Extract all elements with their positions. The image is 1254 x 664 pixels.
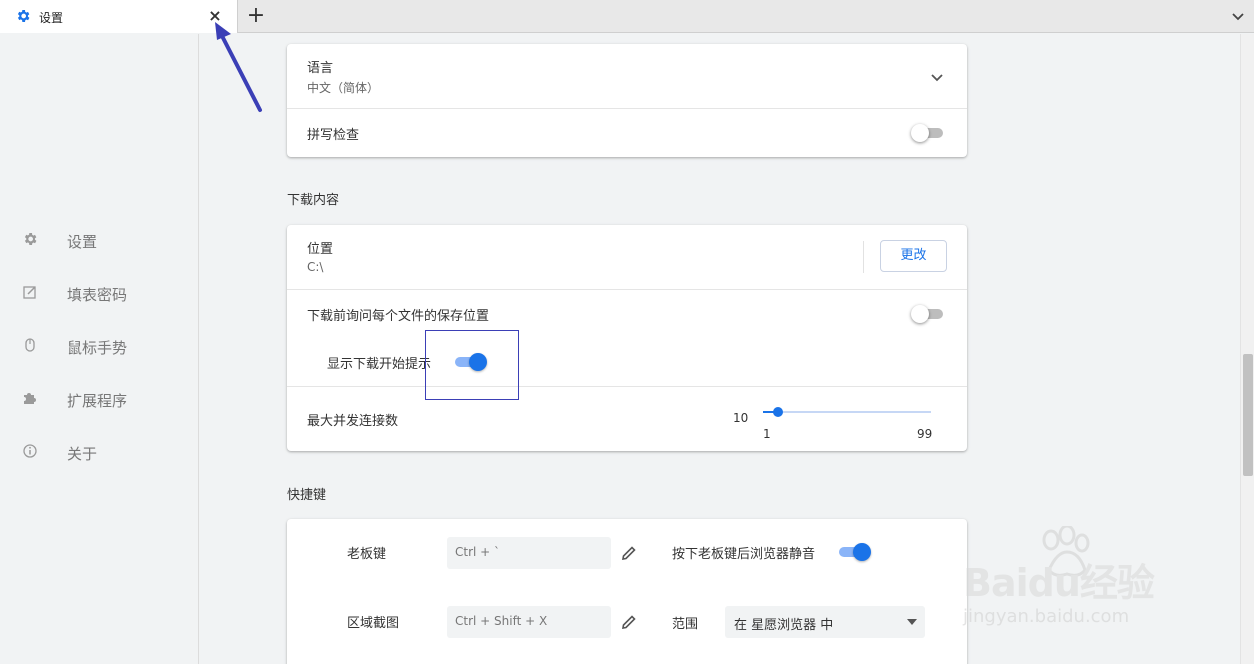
max-connections-label: 最大并发连接数 bbox=[307, 414, 399, 429]
scope-select[interactable]: 在 星愿浏览器 中 bbox=[725, 606, 925, 638]
tab-title: 设置 bbox=[39, 11, 64, 25]
language-label: 语言 bbox=[307, 61, 334, 76]
vertical-scrollbar[interactable] bbox=[1240, 34, 1254, 664]
downloads-section-title: 下载内容 bbox=[287, 193, 340, 208]
gear-icon bbox=[17, 10, 30, 22]
spellcheck-row: 拼写检查 bbox=[287, 108, 967, 157]
sidebar-item-label: 扩展程序 bbox=[67, 392, 128, 410]
divider bbox=[863, 241, 864, 273]
location-value: C:\ bbox=[307, 260, 324, 274]
spellcheck-toggle[interactable] bbox=[911, 123, 945, 143]
downloads-card: 位置 C:\ 更改 下载前询问每个文件的保存位置 显示下载开始提示 最大并发连接… bbox=[287, 225, 967, 451]
max-connections-row: 最大并发连接数 10 1 99 bbox=[287, 386, 967, 451]
puzzle-icon bbox=[24, 393, 36, 404]
sidebar-item-label: 填表密码 bbox=[67, 286, 128, 304]
mouse-icon bbox=[25, 338, 35, 352]
mute-on-boss-key-toggle[interactable] bbox=[837, 542, 871, 562]
sidebar-item-about[interactable]: 关于 bbox=[0, 434, 199, 470]
sidebar-item-extensions[interactable]: 扩展程序 bbox=[0, 381, 199, 417]
shortcuts-section-title: 快捷键 bbox=[287, 488, 327, 503]
scrollbar-thumb[interactable] bbox=[1243, 354, 1253, 476]
sidebar: 设置 填表密码 鼠标手势 扩展程序 关于 bbox=[0, 34, 199, 664]
slider-min-label: 1 bbox=[763, 427, 771, 441]
max-connections-value: 10 bbox=[733, 411, 749, 425]
chevron-down-icon[interactable] bbox=[1228, 6, 1248, 26]
scope-label: 范围 bbox=[672, 617, 699, 632]
change-location-button[interactable]: 更改 bbox=[880, 240, 947, 272]
pencil-icon[interactable] bbox=[620, 544, 638, 562]
chevron-down-icon[interactable] bbox=[929, 69, 945, 85]
gear-icon bbox=[24, 233, 37, 245]
baidu-jingyan-watermark: Baidu经验 jingyan.baidu.com bbox=[955, 526, 1195, 638]
sidebar-item-form-password[interactable]: 填表密码 bbox=[0, 275, 199, 311]
annotation-highlight-box bbox=[425, 330, 519, 400]
slider-handle[interactable] bbox=[773, 407, 783, 417]
boss-key-field[interactable]: Ctrl + ` bbox=[447, 537, 611, 569]
spellcheck-label: 拼写检查 bbox=[307, 128, 360, 143]
language-card: 语言 中文（简体） 拼写检查 bbox=[287, 44, 967, 157]
shortcuts-card: 老板键 Ctrl + ` 按下老板键后浏览器静音 区域截图 Ctrl + Shi… bbox=[287, 519, 967, 664]
sidebar-item-label: 设置 bbox=[67, 233, 98, 251]
tab-settings[interactable]: 设置 × bbox=[0, 0, 238, 33]
ask-location-toggle[interactable] bbox=[911, 304, 945, 324]
pencil-icon[interactable] bbox=[620, 613, 638, 631]
tab-strip: 设置 × + bbox=[0, 0, 1254, 33]
slider-track[interactable] bbox=[763, 411, 931, 413]
mute-on-boss-key-label: 按下老板键后浏览器静音 bbox=[672, 547, 816, 562]
annotation-arrow-icon bbox=[215, 22, 262, 112]
sidebar-item-label: 鼠标手势 bbox=[67, 339, 128, 357]
form-edit-icon bbox=[23, 286, 36, 299]
sidebar-item-settings[interactable]: 设置 bbox=[0, 222, 199, 258]
ask-location-row: 下载前询问每个文件的保存位置 显示下载开始提示 bbox=[287, 289, 967, 386]
location-label: 位置 bbox=[307, 242, 334, 257]
watermark-brand: Baidu经验 bbox=[963, 561, 1155, 605]
language-row[interactable]: 语言 中文（简体） bbox=[287, 44, 967, 108]
screenshot-label: 区域截图 bbox=[347, 616, 400, 631]
ask-location-label: 下载前询问每个文件的保存位置 bbox=[307, 309, 490, 324]
language-value: 中文（简体） bbox=[307, 81, 380, 95]
sidebar-item-label: 关于 bbox=[67, 445, 98, 463]
slider-max-label: 99 bbox=[917, 427, 933, 441]
scope-select-value: 在 星愿浏览器 中 bbox=[734, 618, 834, 633]
boss-key-label: 老板键 bbox=[347, 547, 387, 562]
screenshot-shortcut-field[interactable]: Ctrl + Shift + X bbox=[447, 606, 611, 638]
sidebar-item-mouse-gestures[interactable]: 鼠标手势 bbox=[0, 328, 199, 364]
show-download-prompt-label: 显示下载开始提示 bbox=[327, 357, 432, 372]
info-icon bbox=[23, 444, 37, 458]
dropdown-caret-icon bbox=[907, 619, 917, 625]
download-location-row: 位置 C:\ 更改 bbox=[287, 225, 967, 289]
watermark-url: jingyan.baidu.com bbox=[963, 606, 1130, 627]
